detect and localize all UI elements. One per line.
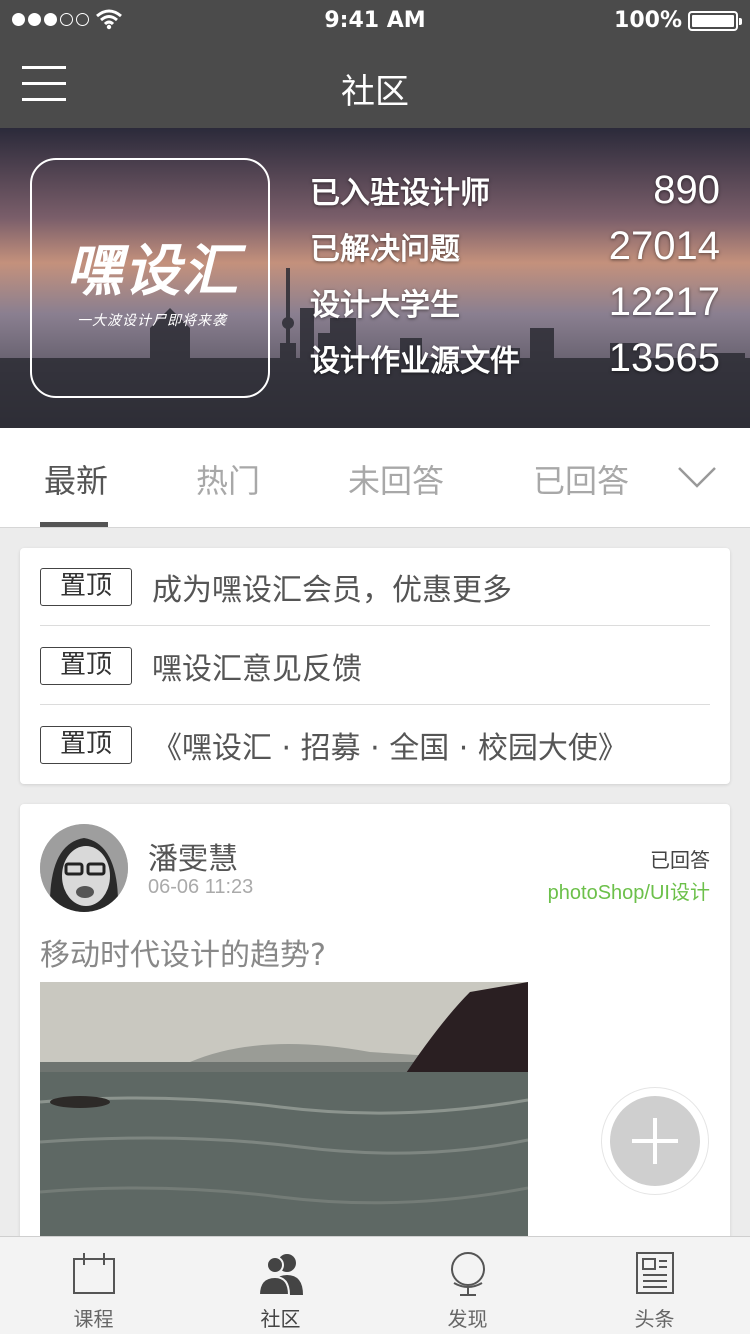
stat-value: 890 <box>653 168 720 212</box>
bottom-tab-bar: 课程 社区 发现 头条 <box>0 1236 750 1334</box>
pinned-item[interactable]: 置顶 嘿设汇意见反馈 <box>40 627 710 705</box>
tab-answered[interactable]: 已回答 <box>533 456 629 502</box>
add-post-button[interactable] <box>602 1088 708 1194</box>
newspaper-icon <box>636 1252 674 1294</box>
stat-label: 设计作业源文件 <box>310 344 520 379</box>
post-author[interactable]: 潘雯慧 <box>148 834 238 878</box>
pinned-title: 成为嘿设汇会员，优惠更多 <box>152 572 512 608</box>
chevron-down-icon[interactable] <box>676 458 718 494</box>
stat-row: 已入驻设计师 890 <box>310 168 720 224</box>
logo-subtitle: 一大波设计尸即将来袭 <box>77 313 227 329</box>
post-time: 06-06 11:23 <box>148 876 254 898</box>
stat-value: 27014 <box>608 224 720 268</box>
pinned-tag: 置顶 <box>40 646 132 685</box>
logo-text: 嘿设汇 <box>66 239 240 304</box>
pinned-list: 置顶 成为嘿设汇会员，优惠更多 置顶 嘿设汇意见反馈 置顶 《嘿设汇 · 招募 … <box>20 548 730 784</box>
tabbar-item-discover[interactable]: 发现 <box>374 1237 561 1334</box>
battery-percent: 100% <box>614 8 682 33</box>
stat-label: 已解决问题 <box>310 232 460 267</box>
stat-value: 13565 <box>608 336 720 380</box>
tabbar-item-courses[interactable]: 课程 <box>0 1237 187 1334</box>
active-tab-indicator <box>40 522 108 527</box>
tab-unanswered[interactable]: 未回答 <box>348 456 444 502</box>
post-question[interactable]: 移动时代设计的趋势? <box>40 930 326 974</box>
stat-row: 设计大学生 12217 <box>310 280 720 336</box>
tab-latest[interactable]: 最新 <box>44 456 108 502</box>
brand-logo: 嘿设汇 一大波设计尸即将来袭 <box>30 158 270 398</box>
community-stats: 已入驻设计师 890 已解决问题 27014 设计大学生 12217 设计作业源… <box>310 168 720 392</box>
tabbar-label: 头条 <box>634 1307 675 1331</box>
filter-tabs: 最新 热门 未回答 已回答 <box>0 428 750 528</box>
post-category[interactable]: photoShop/UI设计 <box>548 876 710 905</box>
stat-row: 已解决问题 27014 <box>310 224 720 280</box>
battery-icon <box>688 11 742 31</box>
status-bar: 9:41 AM 100% <box>0 0 750 40</box>
tabbar-label: 社区 <box>260 1307 301 1331</box>
tabbar-item-headlines[interactable]: 头条 <box>561 1237 748 1334</box>
pinned-tag: 置顶 <box>40 726 132 764</box>
avatar[interactable] <box>40 824 128 912</box>
stat-label: 已入驻设计师 <box>310 176 490 211</box>
tabbar-item-community[interactable]: 社区 <box>187 1237 374 1334</box>
calendar-icon <box>73 1253 115 1294</box>
post-status: 已回答 <box>650 848 710 872</box>
page-title: 社区 <box>341 72 409 112</box>
stat-value: 12217 <box>608 280 720 324</box>
plus-icon <box>610 1096 700 1186</box>
post-image[interactable] <box>40 982 528 1264</box>
tab-hot[interactable]: 热门 <box>196 456 260 502</box>
globe-icon <box>451 1252 485 1296</box>
post-card[interactable]: 潘雯慧 06-06 11:23 已回答 photoShop/UI设计 移动时代设… <box>20 804 730 1264</box>
tabbar-label: 发现 <box>447 1307 488 1331</box>
pinned-item[interactable]: 置顶 成为嘿设汇会员，优惠更多 <box>40 548 710 626</box>
people-icon <box>257 1254 303 1296</box>
stat-row: 设计作业源文件 13565 <box>310 336 720 392</box>
stat-label: 设计大学生 <box>310 288 460 323</box>
pinned-item[interactable]: 置顶 《嘿设汇 · 招募 · 全国 · 校园大使》 <box>40 706 710 784</box>
pinned-title: 《嘿设汇 · 招募 · 全国 · 校园大使》 <box>152 731 628 766</box>
pinned-tag: 置顶 <box>40 567 132 606</box>
community-banner: 嘿设汇 一大波设计尸即将来袭 已入驻设计师 890 已解决问题 27014 设计… <box>0 128 750 428</box>
pinned-title: 嘿设汇意见反馈 <box>152 651 362 687</box>
tabbar-label: 课程 <box>73 1307 114 1331</box>
top-bar: 9:41 AM 100% 社区 <box>0 0 750 128</box>
avatar-photo <box>40 824 128 912</box>
